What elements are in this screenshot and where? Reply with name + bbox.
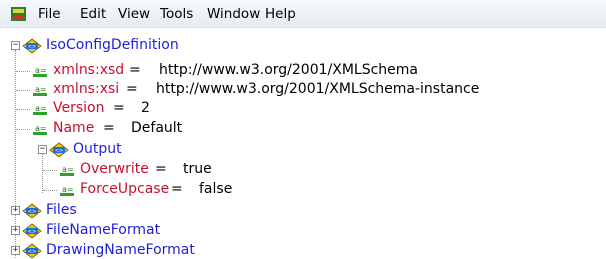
attribute-node-icon: a= xyxy=(60,185,74,196)
attribute-node-icon: a= xyxy=(60,165,74,176)
attribute-equals: = xyxy=(155,161,167,177)
attribute-value: true xyxy=(183,161,212,177)
tree-node-drawingnameformat[interactable]: + <> DrawingNameFormat xyxy=(0,241,600,259)
attribute-equals: = xyxy=(129,62,141,78)
menu-bar: File Edit View Tools Window Help xyxy=(0,0,606,28)
tree-node-files[interactable]: + <> Files xyxy=(0,201,600,221)
svg-text:<>: <> xyxy=(28,249,36,255)
element-node-icon: <> xyxy=(22,203,42,219)
menu-file[interactable]: File xyxy=(38,6,61,22)
attribute-node-icon: a= xyxy=(33,66,47,77)
expand-toggle[interactable]: + xyxy=(11,206,20,215)
tree-node-output[interactable]: − <> Output xyxy=(0,140,600,160)
collapse-toggle[interactable]: − xyxy=(11,41,20,50)
tree-node-attribute[interactable]: a= Name = Default xyxy=(0,119,600,139)
svg-text:<>: <> xyxy=(28,209,36,215)
tree-node-attribute[interactable]: a= ForceUpcase = false xyxy=(0,180,600,200)
svg-text:a=: a= xyxy=(62,185,74,194)
collapse-toggle[interactable]: − xyxy=(38,145,47,154)
element-label: DrawingNameFormat xyxy=(46,242,195,258)
tree-node-attribute[interactable]: a= Version = 2 xyxy=(0,99,600,119)
app-icon xyxy=(11,7,26,21)
tree-node-attribute[interactable]: a= Overwrite = true xyxy=(0,160,600,180)
element-label: IsoConfigDefinition xyxy=(46,37,179,53)
expand-toggle[interactable]: + xyxy=(11,226,20,235)
attribute-name: Overwrite xyxy=(80,161,149,177)
svg-text:<>: <> xyxy=(55,148,63,154)
tree-node-attribute[interactable]: a= xmlns:xsd = http://www.w3.org/2001/XM… xyxy=(0,61,600,81)
attribute-equals: = xyxy=(103,120,115,136)
svg-text:a=: a= xyxy=(62,165,74,174)
attribute-equals: = xyxy=(113,100,125,116)
menu-help[interactable]: Help xyxy=(265,6,296,22)
svg-text:a=: a= xyxy=(35,66,47,75)
attribute-name: ForceUpcase xyxy=(80,181,170,197)
attribute-value: Default xyxy=(131,120,183,136)
attribute-equals: = xyxy=(126,81,138,97)
attribute-node-icon: a= xyxy=(33,104,47,115)
attribute-name: xmlns:xsd xyxy=(53,62,125,78)
menu-tools[interactable]: Tools xyxy=(160,6,193,22)
attribute-value: false xyxy=(199,181,233,197)
svg-text:a=: a= xyxy=(35,104,47,113)
menu-window[interactable]: Window xyxy=(207,6,260,22)
attribute-name: Version xyxy=(53,100,105,116)
attribute-value: http://www.w3.org/2001/XMLSchema xyxy=(159,62,418,78)
xml-tree-view[interactable]: − <> IsoConfigDefinition a= xmlns:xsd = … xyxy=(0,29,606,259)
tree-node-filenameformat[interactable]: + <> FileNameFormat xyxy=(0,221,600,241)
attribute-value: 2 xyxy=(141,100,150,116)
element-label: Output xyxy=(73,141,122,157)
tree-node-root[interactable]: − <> IsoConfigDefinition xyxy=(0,36,600,56)
svg-text:a=: a= xyxy=(35,124,47,133)
element-label: Files xyxy=(46,202,77,218)
element-node-icon: <> xyxy=(22,223,42,239)
svg-text:a=: a= xyxy=(35,85,47,94)
attribute-node-icon: a= xyxy=(33,124,47,135)
attribute-node-icon: a= xyxy=(33,85,47,96)
attribute-name: xmlns:xsi xyxy=(53,81,120,97)
svg-text:<>: <> xyxy=(28,229,36,235)
menu-edit[interactable]: Edit xyxy=(80,6,106,22)
attribute-value: http://www.w3.org/2001/XMLSchema-instanc… xyxy=(156,81,480,97)
tree-node-attribute[interactable]: a= xmlns:xsi = http://www.w3.org/2001/XM… xyxy=(0,80,600,100)
element-node-icon: <> xyxy=(22,243,42,259)
svg-text:<>: <> xyxy=(28,44,36,50)
attribute-equals: = xyxy=(171,181,183,197)
expand-toggle[interactable]: + xyxy=(11,246,20,255)
attribute-name: Name xyxy=(53,120,95,136)
element-node-icon: <> xyxy=(22,38,42,54)
menu-view[interactable]: View xyxy=(118,6,150,22)
element-node-icon: <> xyxy=(49,142,69,158)
element-label: FileNameFormat xyxy=(46,222,161,238)
